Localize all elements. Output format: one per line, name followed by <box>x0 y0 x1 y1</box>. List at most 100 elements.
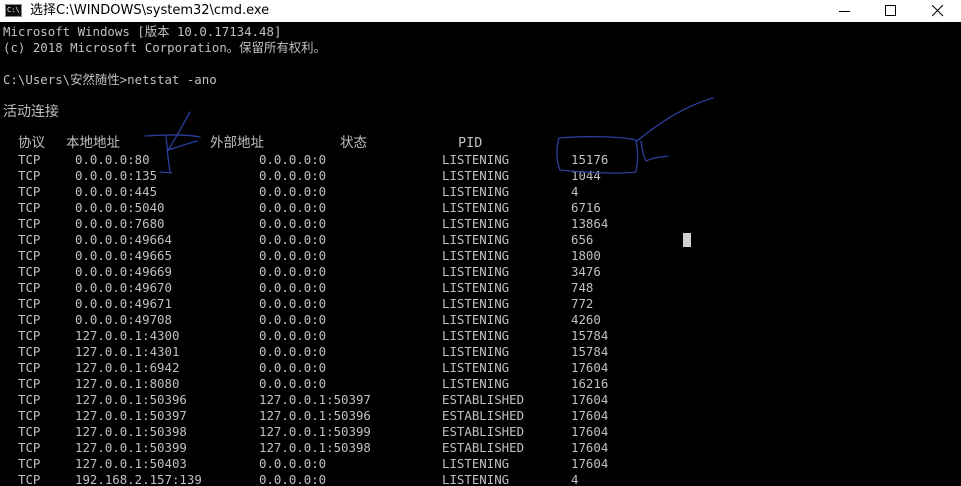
cell-proto: TCP <box>18 456 41 471</box>
cmd-window: C:\ 选择C:\WINDOWS\system32\cmd.exe Micros… <box>0 0 961 486</box>
cell-pid: 656 <box>571 232 594 247</box>
table-header: 协议 本地地址 外部地址 状态 PID <box>0 134 961 152</box>
cell-state: LISTENING <box>442 472 510 486</box>
cell-state: ESTABLISHED <box>442 424 525 439</box>
cell-proto: TCP <box>18 232 41 247</box>
cell-local: 127.0.0.1:6942 <box>75 360 180 375</box>
cell-foreign: 127.0.0.1:50396 <box>259 408 371 423</box>
cell-pid: 4260 <box>571 312 601 327</box>
cell-foreign: 0.0.0.0:0 <box>259 200 327 215</box>
cell-state: ESTABLISHED <box>442 392 525 407</box>
table-row: TCP 127.0.0.1:50399 127.0.0.1:50398 ESTABLI… <box>0 440 961 456</box>
cell-state: ESTABLISHED <box>442 440 525 455</box>
cell-local: 0.0.0.0:49665 <box>75 248 172 263</box>
version-line: Microsoft Windows [版本 10.0.17134.48] <box>3 24 282 39</box>
table-row: TCP 127.0.0.1:6942 0.0.0.0:0 LISTENING 17604 <box>0 360 961 376</box>
cell-foreign: 0.0.0.0:0 <box>259 456 327 471</box>
cell-proto: TCP <box>18 360 41 375</box>
title-bar[interactable]: C:\ 选择C:\WINDOWS\system32\cmd.exe <box>0 0 961 22</box>
table-row: TCP 192.168.2.157:139 0.0.0.0:0 LISTENING 4 <box>0 472 961 486</box>
cell-foreign: 0.0.0.0:0 <box>259 216 327 231</box>
cell-local: 127.0.0.1:4301 <box>75 344 180 359</box>
cell-state: LISTENING <box>442 216 510 231</box>
cell-state: LISTENING <box>442 360 510 375</box>
cell-proto: TCP <box>18 184 41 199</box>
cell-pid: 1800 <box>571 248 601 263</box>
cell-foreign: 0.0.0.0:0 <box>259 312 327 327</box>
cell-foreign: 127.0.0.1:50397 <box>259 392 371 407</box>
cell-local: 127.0.0.1:4300 <box>75 328 180 343</box>
cell-local: 127.0.0.1:50398 <box>75 424 187 439</box>
cmd-icon[interactable]: C:\ <box>5 4 22 17</box>
table-row: TCP 0.0.0.0:80 0.0.0.0:0 LISTENING 15176 <box>0 152 961 168</box>
cell-proto: TCP <box>18 408 41 423</box>
close-button[interactable] <box>915 0 961 22</box>
table-row: TCP 0.0.0.0:49669 0.0.0.0:0 LISTENING 3476 <box>0 264 961 280</box>
cell-proto: TCP <box>18 328 41 343</box>
cell-pid: 772 <box>571 296 594 311</box>
copyright-line: (c) 2018 Microsoft Corporation。保留所有权利。 <box>3 40 326 55</box>
cell-pid: 17604 <box>571 408 609 423</box>
cell-local: 0.0.0.0:80 <box>75 152 150 167</box>
cell-foreign: 127.0.0.1:50399 <box>259 424 371 439</box>
cell-foreign: 0.0.0.0:0 <box>259 232 327 247</box>
maximize-button[interactable] <box>868 0 914 22</box>
cell-state: LISTENING <box>442 248 510 263</box>
cell-foreign: 0.0.0.0:0 <box>259 296 327 311</box>
cell-local: 0.0.0.0:135 <box>75 168 158 183</box>
cell-proto: TCP <box>18 280 41 295</box>
cell-foreign: 0.0.0.0:0 <box>259 168 327 183</box>
table-row: TCP 127.0.0.1:50403 0.0.0.0:0 LISTENING 1760… <box>0 456 961 472</box>
window-title: 选择C:\WINDOWS\system32\cmd.exe <box>30 3 270 18</box>
cell-state: LISTENING <box>442 344 510 359</box>
cell-proto: TCP <box>18 424 41 439</box>
cell-pid: 1044 <box>571 168 601 183</box>
cell-pid: 17604 <box>571 440 609 455</box>
cell-pid: 17604 <box>571 424 609 439</box>
cell-local: 0.0.0.0:49708 <box>75 312 172 327</box>
cell-proto: TCP <box>18 392 41 407</box>
table-row: TCP 127.0.0.1:4301 0.0.0.0:0 LISTENING 15784 <box>0 344 961 360</box>
cell-proto: TCP <box>18 216 41 231</box>
header-local: 本地地址 <box>66 135 120 151</box>
cell-proto: TCP <box>18 376 41 391</box>
cell-pid: 13864 <box>571 216 609 231</box>
cell-pid: 15784 <box>571 344 609 359</box>
cell-pid: 16216 <box>571 376 609 391</box>
cell-proto: TCP <box>18 168 41 183</box>
console-output[interactable]: Microsoft Windows [版本 10.0.17134.48] (c)… <box>0 24 961 486</box>
cell-foreign: 0.0.0.0:0 <box>259 472 327 486</box>
cell-proto: TCP <box>18 200 41 215</box>
cell-state: LISTENING <box>442 328 510 343</box>
cell-foreign: 0.0.0.0:0 <box>259 280 327 295</box>
cell-local: 0.0.0.0:445 <box>75 184 158 199</box>
close-icon <box>932 5 944 17</box>
cell-local: 127.0.0.1:50397 <box>75 408 187 423</box>
cell-foreign: 127.0.0.1:50398 <box>259 440 371 455</box>
minimize-icon <box>839 11 850 12</box>
cell-pid: 15784 <box>571 328 609 343</box>
cell-state: LISTENING <box>442 264 510 279</box>
cell-state: LISTENING <box>442 280 510 295</box>
cell-proto: TCP <box>18 248 41 263</box>
cell-pid: 17604 <box>571 456 609 471</box>
table-row: TCP 0.0.0.0:445 0.0.0.0:0 LISTENING 4 <box>0 184 961 200</box>
cell-state: LISTENING <box>442 296 510 311</box>
cell-local: 0.0.0.0:7680 <box>75 216 165 231</box>
table-row: TCP 0.0.0.0:49664 0.0.0.0:0 LISTENING 656 <box>0 232 961 248</box>
cell-foreign: 0.0.0.0:0 <box>259 376 327 391</box>
minimize-button[interactable] <box>822 0 868 22</box>
cell-foreign: 0.0.0.0:0 <box>259 184 327 199</box>
cell-state: LISTENING <box>442 184 510 199</box>
table-row: TCP 127.0.0.1:50397 127.0.0.1:50396 ESTABLI… <box>0 408 961 424</box>
header-proto: 协议 <box>18 135 45 151</box>
cell-local: 0.0.0.0:5040 <box>75 200 165 215</box>
cell-proto: TCP <box>18 344 41 359</box>
table-row: TCP 0.0.0.0:49665 0.0.0.0:0 LISTENING 1800 <box>0 248 961 264</box>
table-row: TCP 0.0.0.0:49708 0.0.0.0:0 LISTENING 4260 <box>0 312 961 328</box>
cell-foreign: 0.0.0.0:0 <box>259 360 327 375</box>
cell-pid: 748 <box>571 280 594 295</box>
cell-state: LISTENING <box>442 456 510 471</box>
cell-pid: 17604 <box>571 360 609 375</box>
cell-state: ESTABLISHED <box>442 408 525 423</box>
